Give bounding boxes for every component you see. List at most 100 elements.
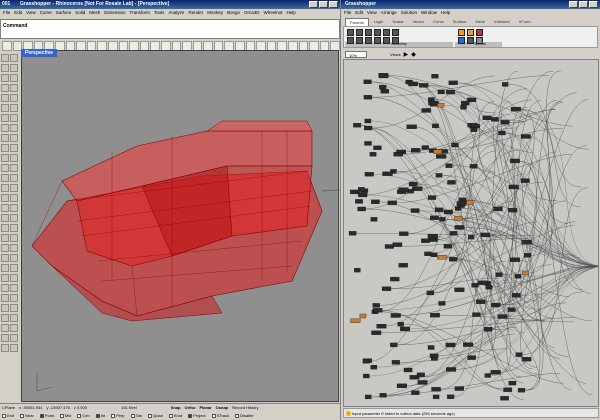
gh-component-node[interactable] <box>370 365 378 370</box>
tool-icon[interactable] <box>1 124 9 132</box>
gh-component-node[interactable] <box>372 308 383 313</box>
gh-component-node[interactable] <box>427 345 435 350</box>
tool-icon[interactable] <box>10 164 18 172</box>
gh-component-node[interactable] <box>431 387 441 392</box>
gh-component-node[interactable] <box>390 313 401 318</box>
gh-component-node[interactable] <box>387 200 397 206</box>
gh-component-node[interactable] <box>437 255 448 260</box>
gh-component-node[interactable] <box>429 353 439 358</box>
gh-component-node[interactable] <box>434 207 444 212</box>
tool-icon[interactable] <box>1 164 9 172</box>
gh-component-node[interactable] <box>373 145 382 150</box>
gh-component-node[interactable] <box>520 134 531 139</box>
close-button[interactable] <box>329 1 338 8</box>
gh-component-node[interactable] <box>421 145 430 150</box>
tool-icon[interactable] <box>1 144 9 152</box>
gh-component-node[interactable] <box>512 293 521 298</box>
tool-icon[interactable] <box>1 234 9 242</box>
layer-indicator[interactable]: 101 Keel <box>121 404 137 411</box>
tab-logic[interactable]: Logic <box>370 18 388 26</box>
gh-component-node[interactable] <box>510 106 521 112</box>
component-icon[interactable] <box>392 29 399 36</box>
gh-component-node[interactable] <box>427 233 438 239</box>
gh-menu-item-arrange[interactable]: Arrange <box>381 9 397 17</box>
menu-item-orca3d[interactable]: Orca3D <box>244 9 260 17</box>
gh-component-node[interactable] <box>429 215 439 220</box>
snap-toggle[interactable]: Snap <box>171 404 181 411</box>
tool-icon[interactable] <box>10 274 18 282</box>
tool-icon[interactable] <box>10 254 18 262</box>
tool-icon[interactable] <box>1 204 9 212</box>
gh-component-node[interactable] <box>421 238 430 243</box>
gh-component-node[interactable] <box>381 286 392 291</box>
checkbox[interactable] <box>168 413 173 418</box>
menu-item-wheelnut[interactable]: Wheelnut <box>263 9 282 17</box>
checkbox[interactable] <box>59 413 64 418</box>
gh-component-node[interactable] <box>392 242 403 247</box>
gh-component-node[interactable] <box>507 307 516 312</box>
gh-component-node[interactable] <box>357 206 366 212</box>
menu-item-file[interactable]: File <box>3 9 10 17</box>
tool-icon[interactable] <box>1 134 9 142</box>
gh-component-node[interactable] <box>517 388 526 393</box>
gh-component-node[interactable] <box>460 105 467 110</box>
command-area[interactable]: Command <box>0 19 340 39</box>
gh-component-node[interactable] <box>438 301 446 306</box>
gh-component-node[interactable] <box>454 225 465 230</box>
gh-menu-item-window[interactable]: Window <box>421 9 437 17</box>
gh-component-node[interactable] <box>443 209 453 215</box>
osnap-int[interactable]: Int <box>95 411 105 420</box>
tool-icon[interactable] <box>1 154 9 162</box>
tool-icon[interactable] <box>10 324 18 332</box>
gh-component-node[interactable] <box>436 154 447 159</box>
component-icon[interactable] <box>467 37 474 44</box>
gh-component-node[interactable] <box>399 231 409 236</box>
component-icon[interactable] <box>365 37 372 44</box>
tool-icon[interactable] <box>10 54 18 62</box>
menu-item-tools[interactable]: Tools <box>154 9 165 17</box>
gh-component-node[interactable] <box>448 80 458 85</box>
osnap-tan[interactable]: Tan <box>130 411 142 420</box>
gh-component-node[interactable] <box>523 253 532 258</box>
checkbox[interactable] <box>130 413 135 418</box>
component-icon[interactable] <box>458 37 465 44</box>
gh-component-node[interactable] <box>509 257 521 262</box>
osnap-strack[interactable]: STrack <box>211 411 229 420</box>
gh-component-node[interactable] <box>411 390 420 395</box>
tool-icon[interactable] <box>1 74 9 82</box>
gh-component-node[interactable] <box>454 287 465 292</box>
menu-item-surface[interactable]: Surface <box>56 9 72 17</box>
gh-component-node[interactable] <box>502 82 509 87</box>
gh-component-node[interactable] <box>358 187 365 192</box>
perspective-viewport[interactable] <box>21 50 341 402</box>
tool-icon[interactable] <box>10 154 18 162</box>
tool-icon[interactable] <box>10 134 18 142</box>
tool-icon[interactable] <box>1 174 9 182</box>
gh-component-node[interactable] <box>508 207 518 213</box>
gh-minimize-button[interactable] <box>569 1 578 8</box>
gh-component-node[interactable] <box>416 372 425 377</box>
gh-component-node[interactable] <box>491 302 501 308</box>
component-icon[interactable] <box>347 29 354 36</box>
tool-icon[interactable] <box>10 224 18 232</box>
tool-icon[interactable] <box>1 104 9 112</box>
bake-icon[interactable]: ◆ <box>411 51 416 58</box>
gh-component-node[interactable] <box>500 396 509 401</box>
component-icon[interactable] <box>476 37 483 44</box>
menu-item-dimension[interactable]: Dimension <box>104 9 125 17</box>
tool-icon[interactable] <box>1 54 9 62</box>
menu-item-mesh[interactable]: Mesh <box>89 9 100 17</box>
gh-canvas[interactable] <box>343 59 599 407</box>
tool-icon[interactable] <box>1 314 9 322</box>
gh-component-node[interactable] <box>495 272 503 277</box>
gh-component-node[interactable] <box>398 263 408 268</box>
gh-component-node[interactable] <box>421 108 432 113</box>
gh-component-node[interactable] <box>476 299 486 304</box>
checkbox[interactable] <box>188 413 193 418</box>
record-history-toggle[interactable]: Record History <box>232 404 258 411</box>
gh-component-node[interactable] <box>446 394 455 399</box>
gh-component-node[interactable] <box>437 103 445 108</box>
menu-item-transform[interactable]: Transform <box>130 9 150 17</box>
tool-icon[interactable] <box>10 94 18 102</box>
gh-component-node[interactable] <box>354 267 361 273</box>
